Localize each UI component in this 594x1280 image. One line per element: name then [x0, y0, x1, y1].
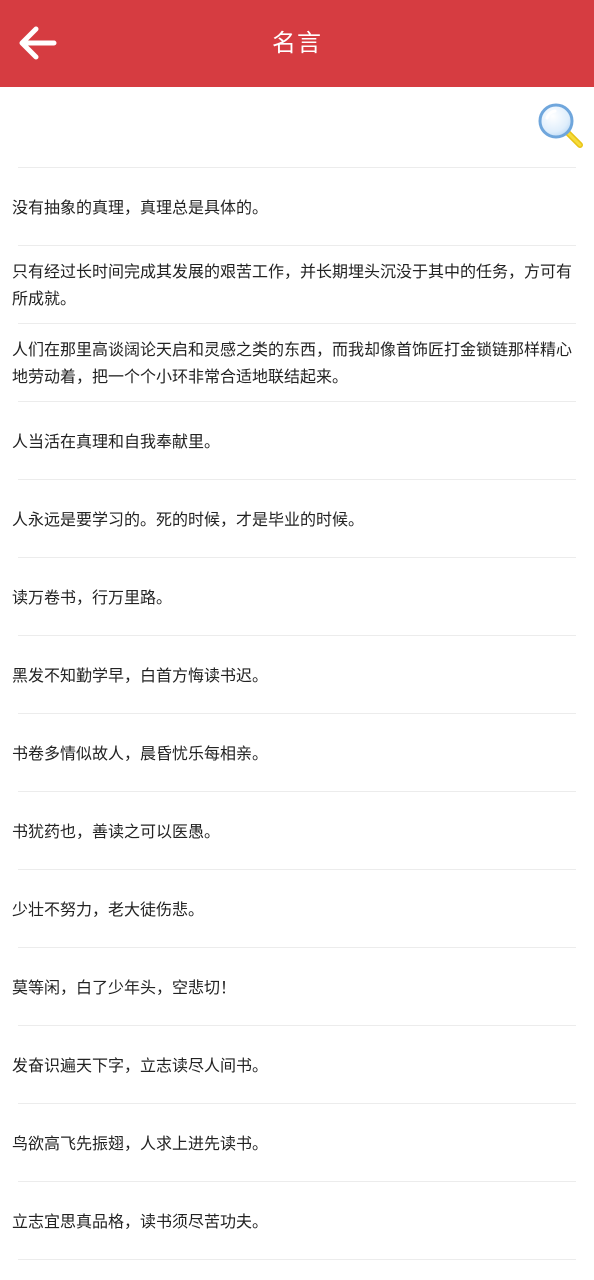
list-item[interactable]: 少壮不努力，老大徒伤悲。: [0, 870, 594, 948]
list-item[interactable]: 莫等闲，白了少年头，空悲切！: [0, 948, 594, 1026]
quote-text: 少壮不努力，老大徒伤悲。: [12, 899, 205, 919]
list-item[interactable]: 书犹药也，善读之可以医愚。: [0, 792, 594, 870]
quote-text: 人永远是要学习的。死的时候，才是毕业的时候。: [12, 509, 365, 529]
quote-text: 只有经过长时间完成其发展的艰苦工作，并长期埋头沉没于其中的任务，方可有所成就。: [12, 262, 573, 308]
quote-text: 鸟欲高飞先振翅，人求上进先读书。: [12, 1133, 269, 1153]
quote-text: 没有抽象的真理，真理总是具体的。: [12, 197, 269, 217]
list-item[interactable]: 黑发不知勤学早，白首方悔读书迟。: [0, 636, 594, 714]
list-item[interactable]: 发奋识遍天下字，立志读尽人间书。: [0, 1026, 594, 1104]
app-header: 名言: [0, 0, 594, 87]
quote-text: 莫等闲，白了少年头，空悲切！: [12, 977, 237, 997]
list-item[interactable]: 人永远是要学习的。死的时候，才是毕业的时候。: [0, 480, 594, 558]
quote-text: 黑发不知勤学早，白首方悔读书迟。: [12, 665, 269, 685]
list-item[interactable]: 读万卷书，行万里路。: [0, 558, 594, 636]
quote-text: 立志宜思真品格，读书须尽苦功夫。: [12, 1211, 269, 1231]
list-item[interactable]: 书卷多情似故人，晨昏忧乐每相亲。: [0, 714, 594, 792]
list-item[interactable]: 人们在那里高谈阔论天启和灵感之类的东西，而我却像首饰匠打金锁链那样精心地劳动着，…: [0, 324, 594, 402]
quote-text: 书犹药也，善读之可以医愚。: [12, 821, 221, 841]
quote-text: 书卷多情似故人，晨昏忧乐每相亲。: [12, 743, 269, 763]
quote-text: 人当活在真理和自我奉献里。: [12, 431, 221, 451]
quote-text: 人们在那里高谈阔论天启和灵感之类的东西，而我却像首饰匠打金锁链那样精心地劳动着，…: [12, 340, 573, 386]
list-item[interactable]: 人当活在真理和自我奉献里。: [0, 402, 594, 480]
list-item[interactable]: 立志宜思真品格，读书须尽苦功夫。: [0, 1182, 594, 1260]
quote-text: 发奋识遍天下字，立志读尽人间书。: [12, 1055, 269, 1075]
search-button[interactable]: [536, 101, 586, 151]
page-title: 名言: [272, 29, 322, 57]
magnifier-icon: [538, 103, 583, 148]
quote-text: 读万卷书，行万里路。: [12, 587, 173, 607]
list-item[interactable]: 没有抽象的真理，真理总是具体的。: [0, 168, 594, 246]
list-item[interactable]: 鸟欲高飞先振翅，人求上进先读书。: [0, 1104, 594, 1182]
search-bar: [0, 87, 594, 168]
list-item[interactable]: 只有经过长时间完成其发展的艰苦工作，并长期埋头沉没于其中的任务，方可有所成就。: [0, 246, 594, 324]
quote-list: 没有抽象的真理，真理总是具体的。 只有经过长时间完成其发展的艰苦工作，并长期埋头…: [0, 168, 594, 1260]
